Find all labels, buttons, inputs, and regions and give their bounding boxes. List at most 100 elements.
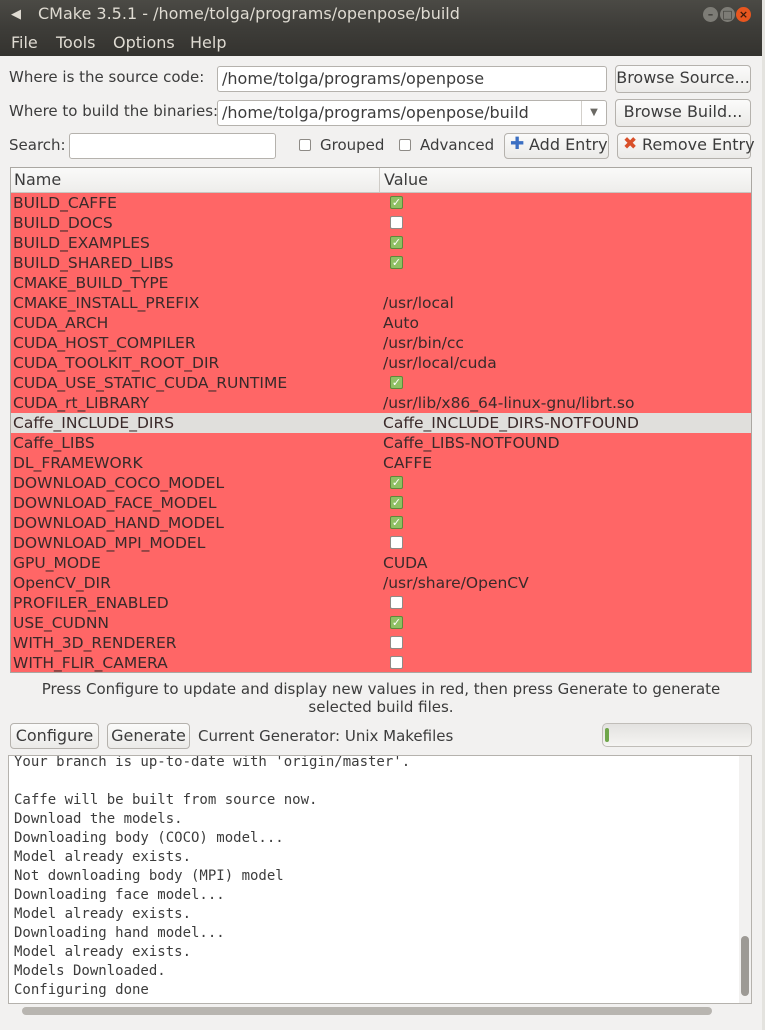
table-row[interactable]: OpenCV_DIR/usr/share/OpenCV (11, 573, 751, 593)
build-input[interactable]: /home/tolga/programs/openpose/build ▼ (217, 100, 607, 126)
cache-table: Name Value BUILD_CAFFE ✓ BUILD_DOCS BUILD_E… (10, 167, 752, 673)
checkbox-unchecked[interactable] (390, 596, 403, 609)
browse-build-button[interactable]: Browse Build... (615, 99, 751, 127)
configure-hint: Press Configure to update and display ne… (41, 680, 721, 716)
table-row[interactable]: CUDA_TOOLKIT_ROOT_DIR/usr/local/cuda (11, 353, 751, 373)
table-row[interactable]: CUDA_USE_STATIC_CUDA_RUNTIME ✓ (11, 373, 751, 393)
table-row[interactable]: CUDA_ARCH Auto (11, 313, 751, 333)
cell-name: Caffe_INCLUDE_DIRS (13, 414, 175, 432)
cell-name: DL_FRAMEWORK (13, 454, 143, 472)
checkbox-checked[interactable]: ✓ (390, 196, 403, 209)
advanced-label: Advanced (420, 136, 495, 154)
grouped-label: Grouped (320, 136, 385, 154)
checkbox-checked[interactable]: ✓ (390, 516, 403, 529)
checkbox-unchecked[interactable] (390, 656, 403, 669)
source-input[interactable]: /home/tolga/programs/openpose (217, 66, 607, 92)
output-log[interactable]: Your branch is up-to-date with 'origin/m… (8, 755, 752, 1004)
output-line: Downloading hand model... (14, 925, 225, 941)
generate-button[interactable]: Generate (107, 723, 190, 749)
table-row[interactable]: WITH_FLIR_CAMERA (11, 653, 751, 672)
scrollbar-thumb[interactable] (741, 936, 749, 996)
table-row[interactable]: USE_CUDNN ✓ (11, 613, 751, 633)
search-input[interactable] (69, 133, 276, 159)
table-row[interactable]: GPU_MODE CUDA (11, 553, 751, 573)
cell-value[interactable]: CAFFE (383, 453, 432, 473)
header-value[interactable]: Value (384, 170, 428, 189)
output-line: Your branch is up-to-date with 'origin/m… (14, 755, 411, 770)
build-label: Where to build the binaries: (9, 102, 219, 120)
cell-value[interactable]: Caffe_INCLUDE_DIRS-NOTFOUND (383, 413, 639, 433)
table-row[interactable]: DL_FRAMEWORK CAFFE (11, 453, 751, 473)
cell-value[interactable]: /usr/local (383, 293, 454, 313)
close-button[interactable]: × (736, 7, 751, 22)
cell-value[interactable]: /usr/local/cuda (383, 353, 497, 373)
cell-value[interactable]: Auto (383, 313, 419, 333)
checkbox-checked[interactable]: ✓ (390, 616, 403, 629)
table-row[interactable]: DOWNLOAD_HAND_MODEL ✓ (11, 513, 751, 533)
table-row[interactable]: CUDA_HOST_COMPILER/usr/bin/cc (11, 333, 751, 353)
remove-entry-button[interactable]: ✖ Remove Entry (617, 133, 755, 159)
x-icon: ✖ (623, 134, 638, 154)
cell-value[interactable]: /usr/lib/x86_64-linux-gnu/librt.so (383, 393, 634, 413)
table-row[interactable]: DOWNLOAD_COCO_MODEL ✓ (11, 473, 751, 493)
cell-name: CMAKE_BUILD_TYPE (13, 274, 169, 292)
menu-options[interactable]: Options (113, 33, 175, 52)
table-row[interactable]: BUILD_CAFFE ✓ (11, 193, 751, 213)
table-row[interactable]: BUILD_EXAMPLES ✓ (11, 233, 751, 253)
table-row[interactable]: WITH_3D_RENDERER (11, 633, 751, 653)
table-row[interactable]: BUILD_SHARED_LIBS ✓ (11, 253, 751, 273)
maximize-button[interactable]: □ (720, 7, 735, 22)
checkbox-checked[interactable]: ✓ (390, 476, 403, 489)
cell-value[interactable]: /usr/share/OpenCV (383, 573, 529, 593)
header-name[interactable]: Name (14, 170, 61, 189)
table-row[interactable]: CMAKE_BUILD_TYPE (11, 273, 751, 293)
grouped-checkbox[interactable] (299, 139, 311, 151)
cell-name: BUILD_CAFFE (13, 194, 117, 212)
cell-name: CMAKE_INSTALL_PREFIX (13, 294, 200, 312)
cell-name: BUILD_DOCS (13, 214, 113, 232)
output-line: Downloading body (COCO) model... (14, 830, 284, 846)
checkbox-checked[interactable]: ✓ (390, 496, 403, 509)
table-row[interactable]: DOWNLOAD_MPI_MODEL (11, 533, 751, 553)
checkbox-checked[interactable]: ✓ (390, 376, 403, 389)
table-row[interactable]: CUDA_rt_LIBRARY/usr/lib/x86_64-linux-gnu… (11, 393, 751, 413)
checkbox-unchecked[interactable] (390, 216, 403, 229)
checkbox-unchecked[interactable] (390, 636, 403, 649)
cell-name: WITH_FLIR_CAMERA (13, 654, 168, 672)
cell-name: WITH_3D_RENDERER (13, 634, 177, 652)
progress-bar (602, 723, 752, 747)
configure-button[interactable]: Configure (10, 723, 99, 749)
menu-help[interactable]: Help (190, 33, 226, 52)
table-row[interactable]: Caffe_INCLUDE_DIRS Caffe_INCLUDE_DIRS-NOT… (11, 413, 751, 433)
output-line: Configuring done (14, 982, 149, 998)
cell-name: USE_CUDNN (13, 614, 110, 632)
checkbox-unchecked[interactable] (390, 536, 403, 549)
output-line: Models Downloaded. (14, 963, 166, 979)
output-line: Not downloading body (MPI) model (14, 868, 284, 884)
minimize-button[interactable]: – (703, 7, 718, 22)
chevron-down-icon[interactable]: ▼ (581, 101, 606, 125)
horizontal-scrollbar-thumb[interactable] (22, 1007, 712, 1015)
app-icon: ◀ (11, 7, 21, 22)
output-vertical-scrollbar[interactable] (739, 756, 751, 1003)
add-entry-button[interactable]: ✚ Add Entry (504, 133, 609, 159)
table-row[interactable]: BUILD_DOCS (11, 213, 751, 233)
output-horizontal-scrollbar[interactable] (8, 1004, 752, 1018)
checkbox-checked[interactable]: ✓ (390, 256, 403, 269)
table-row[interactable]: Caffe_LIBS Caffe_LIBS-NOTFOUND (11, 433, 751, 453)
cell-value[interactable]: Caffe_LIBS-NOTFOUND (383, 433, 560, 453)
cell-value[interactable]: /usr/bin/cc (383, 333, 464, 353)
browse-source-button[interactable]: Browse Source... (615, 65, 751, 93)
menu-file[interactable]: File (11, 33, 38, 52)
output-line: Download the models. (14, 811, 183, 827)
cell-name: DOWNLOAD_COCO_MODEL (13, 474, 225, 492)
table-row[interactable]: CMAKE_INSTALL_PREFIX/usr/local (11, 293, 751, 313)
cell-value[interactable]: CUDA (383, 553, 427, 573)
cell-name: DOWNLOAD_MPI_MODEL (13, 534, 206, 552)
cell-name: Caffe_LIBS (13, 434, 95, 452)
checkbox-checked[interactable]: ✓ (390, 236, 403, 249)
table-row[interactable]: DOWNLOAD_FACE_MODEL ✓ (11, 493, 751, 513)
menu-tools[interactable]: Tools (56, 33, 95, 52)
table-row[interactable]: PROFILER_ENABLED (11, 593, 751, 613)
advanced-checkbox[interactable] (399, 139, 411, 151)
